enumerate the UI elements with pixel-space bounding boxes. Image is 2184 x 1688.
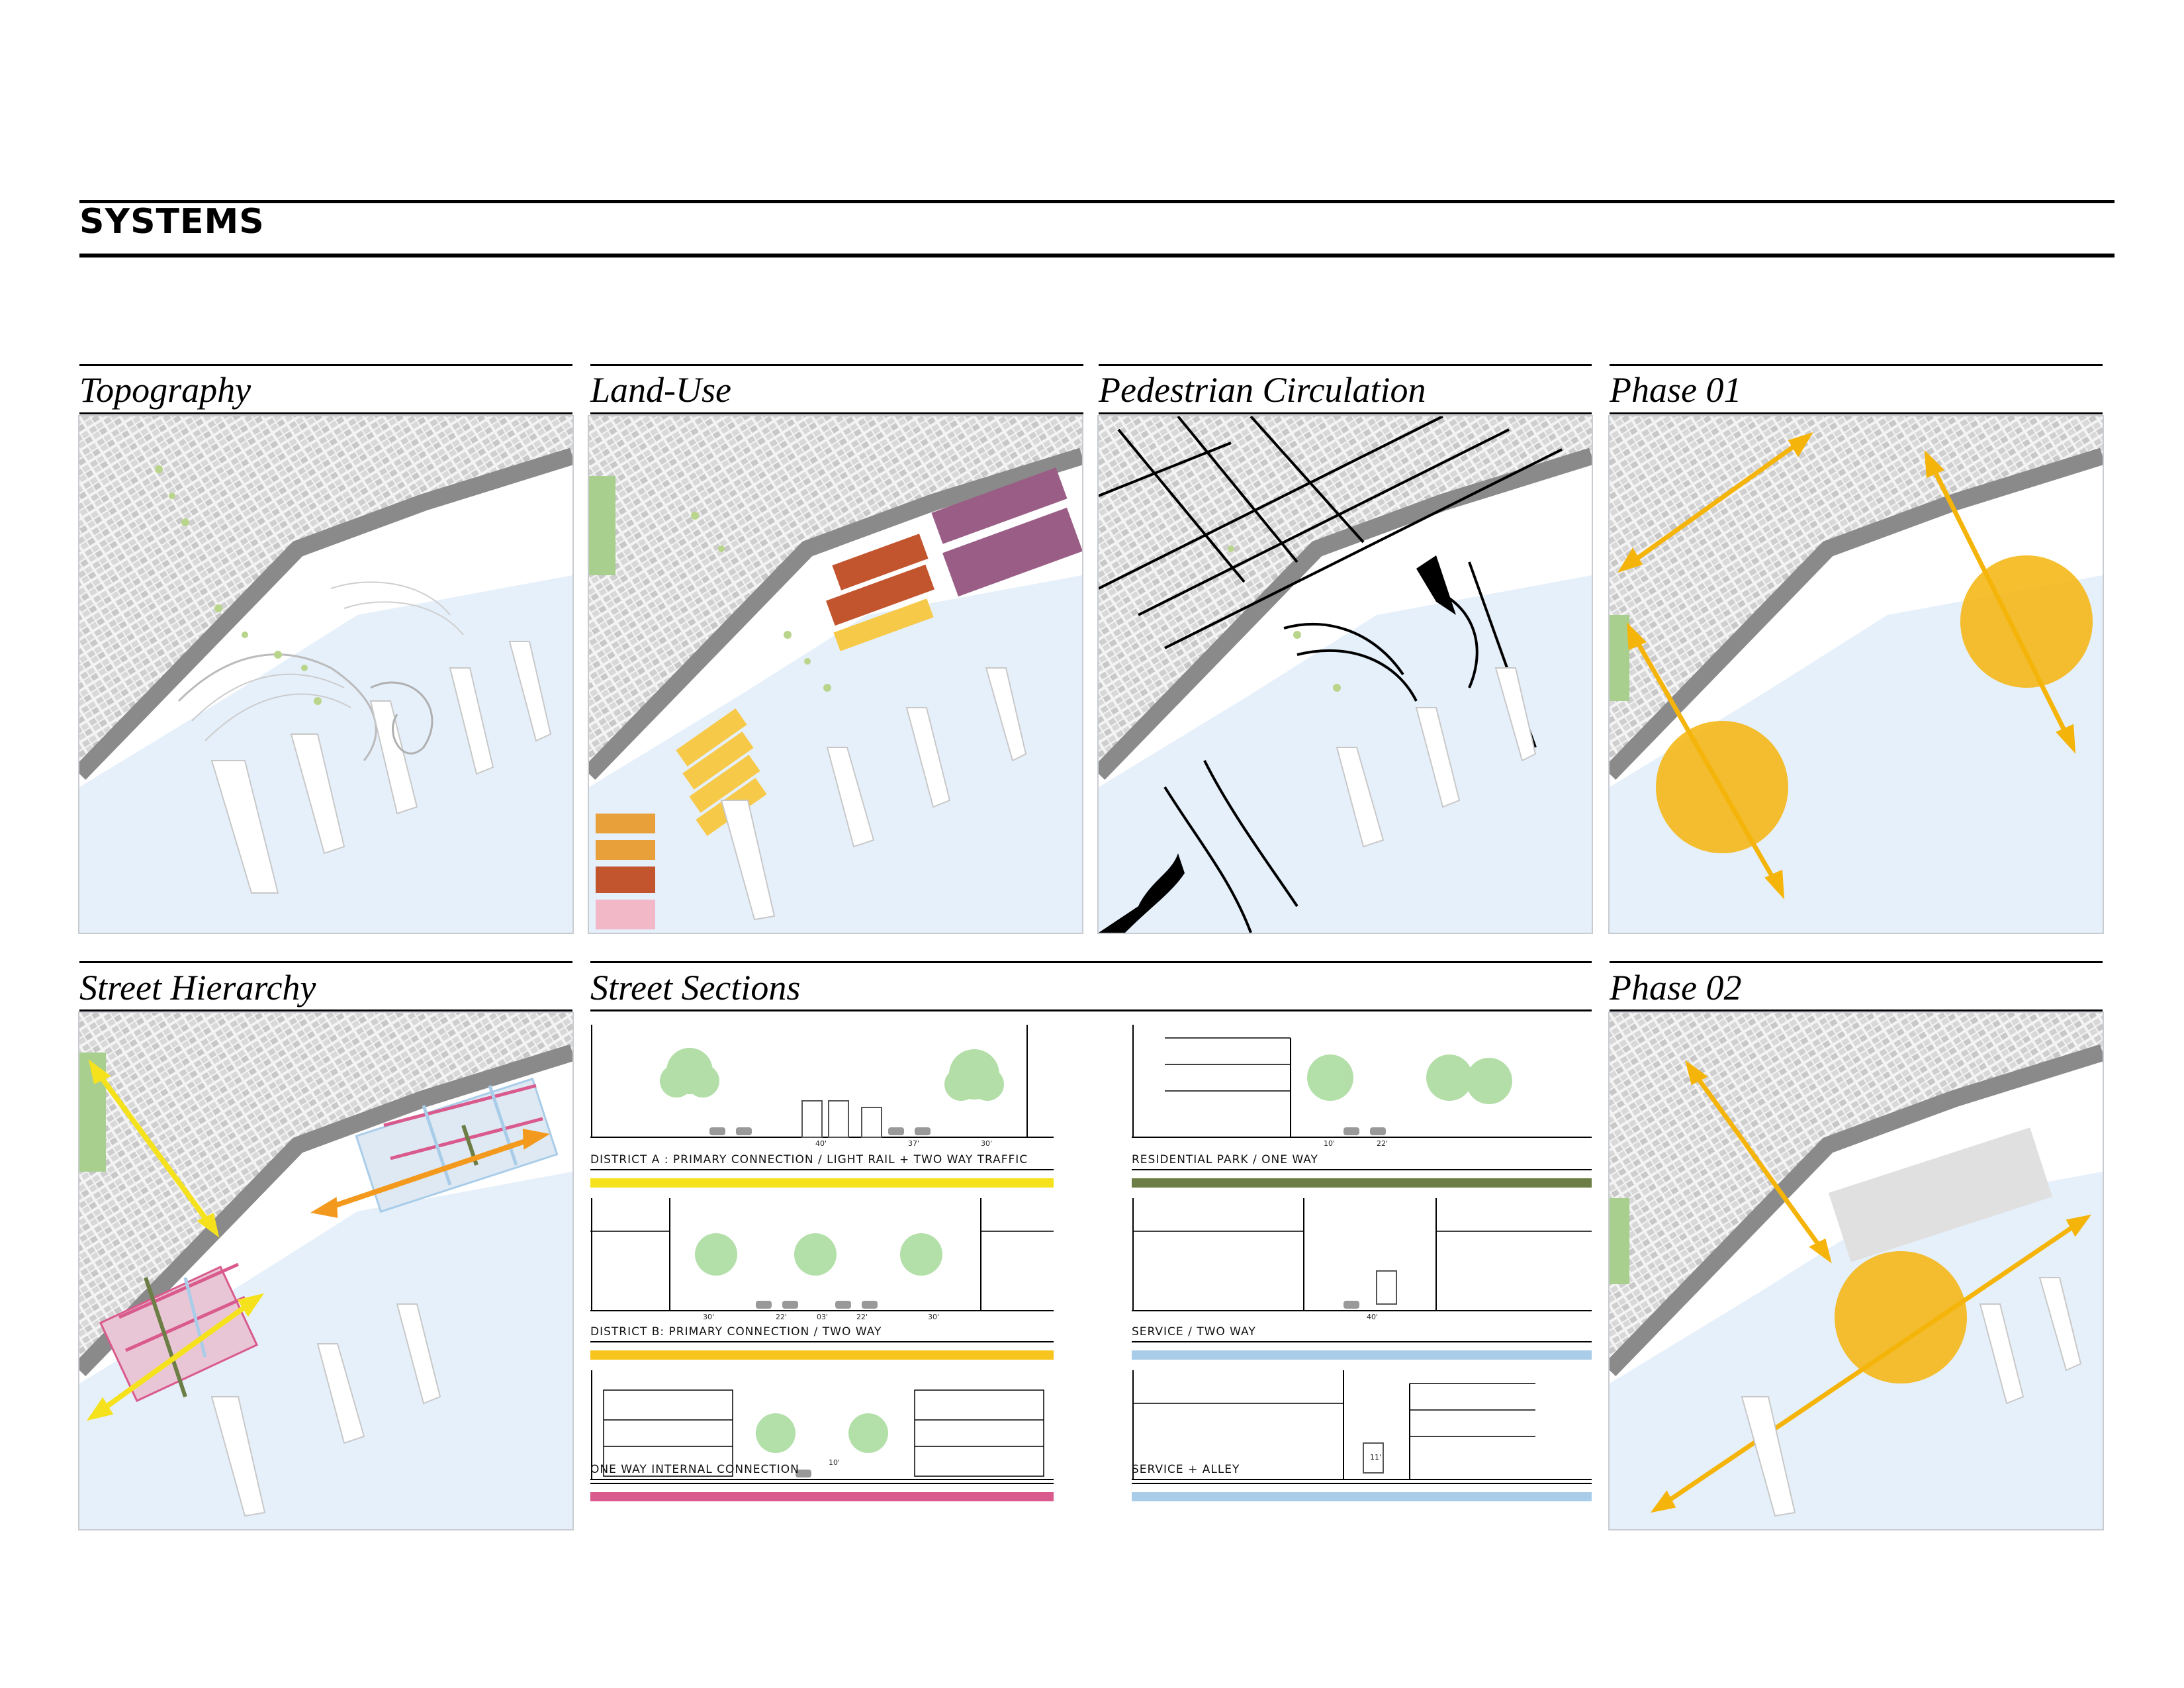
pedestrian-map [1097,415,1593,934]
section-district-b: 30' 22' 03' 22' 30' [590,1198,1054,1324]
street-hierarchy-map [78,1011,574,1530]
section-d-label: SERVICE / TWO WAY [1132,1325,1256,1338]
topography-title: Topography [79,370,251,410]
section-residential-park: 10' 22' [1132,1025,1592,1150]
phase01-focus-circle-a [1960,555,2093,688]
section-a-dim-3: 30' [981,1139,992,1148]
topography-bottom-rule [79,412,572,414]
phase02-map [1608,1011,2104,1530]
section-c-label: DISTRICT B: PRIMARY CONNECTION / TWO WAY [590,1325,882,1338]
pedestrian-bottom-rule [1099,412,1592,414]
phase01-title: Phase 01 [1610,370,1742,410]
section-e-label: ONE WAY INTERNAL CONNECTION [590,1463,799,1476]
land-use-bottom-rule [590,412,1083,414]
page-title: SYSTEMS [79,202,265,242]
section-e-rule [590,1483,1054,1484]
section-b-dim-2: 22' [1377,1139,1388,1148]
phase02-title: Phase 02 [1610,968,1742,1008]
section-c-dim-2: 22' [776,1313,787,1321]
land-use-title: Land-Use [590,370,731,410]
land-use-map [588,415,1083,934]
section-e-color-band [590,1492,1054,1501]
section-a-dim-1: 40' [815,1139,827,1148]
section-d-rule [1132,1341,1592,1342]
street-hierarchy-title: Street Hierarchy [79,968,316,1008]
street-hierarchy-top-rule [79,961,572,963]
phase01-map [1608,415,2104,934]
section-district-a: 40' 37' 30' [590,1025,1054,1150]
section-f-dim-1: 11' [1370,1453,1381,1462]
section-f-rule [1132,1483,1592,1484]
section-c-dim-3: 03' [817,1313,828,1321]
section-f-color-band [1132,1492,1592,1501]
section-b-rule [1132,1169,1592,1170]
section-c-dim-1: 30' [703,1313,714,1321]
section-b-label: RESIDENTIAL PARK / ONE WAY [1132,1153,1318,1166]
section-c-dim-5: 30' [928,1313,939,1321]
street-sections-top-rule [590,961,1592,963]
section-c-rule [590,1341,1054,1342]
topography-top-rule [79,364,572,366]
section-b-color-band [1132,1178,1592,1188]
topography-map [78,415,574,934]
phase01-top-rule [1610,364,2103,366]
street-sections-bottom-rule [590,1009,1592,1011]
section-e-dim-1: 10' [829,1458,840,1467]
section-a-color-band [590,1178,1054,1188]
section-d-color-band [1132,1350,1592,1360]
section-f-label: SERVICE + ALLEY [1132,1463,1240,1476]
section-a-label: DISTRICT A : PRIMARY CONNECTION / LIGHT … [590,1153,1028,1166]
section-a-rule [590,1169,1054,1170]
section-c-color-band [590,1350,1054,1360]
land-use-top-rule [590,364,1083,366]
pedestrian-title: Pedestrian Circulation [1099,370,1426,410]
phase01-bottom-rule [1610,412,2103,414]
phase02-focus-circle [1835,1251,1967,1383]
section-d-dim-1: 40' [1367,1313,1378,1321]
pedestrian-top-rule [1099,364,1592,366]
section-c-dim-4: 22' [856,1313,868,1321]
section-service-two-way: 40' [1132,1198,1592,1324]
phase02-top-rule [1610,961,2103,963]
header-top-rule [79,200,2115,203]
section-b-dim-1: 10' [1324,1139,1335,1148]
street-sections-title: Street Sections [590,968,801,1008]
header-bottom-rule [79,254,2115,258]
section-a-dim-2: 37' [908,1139,919,1148]
